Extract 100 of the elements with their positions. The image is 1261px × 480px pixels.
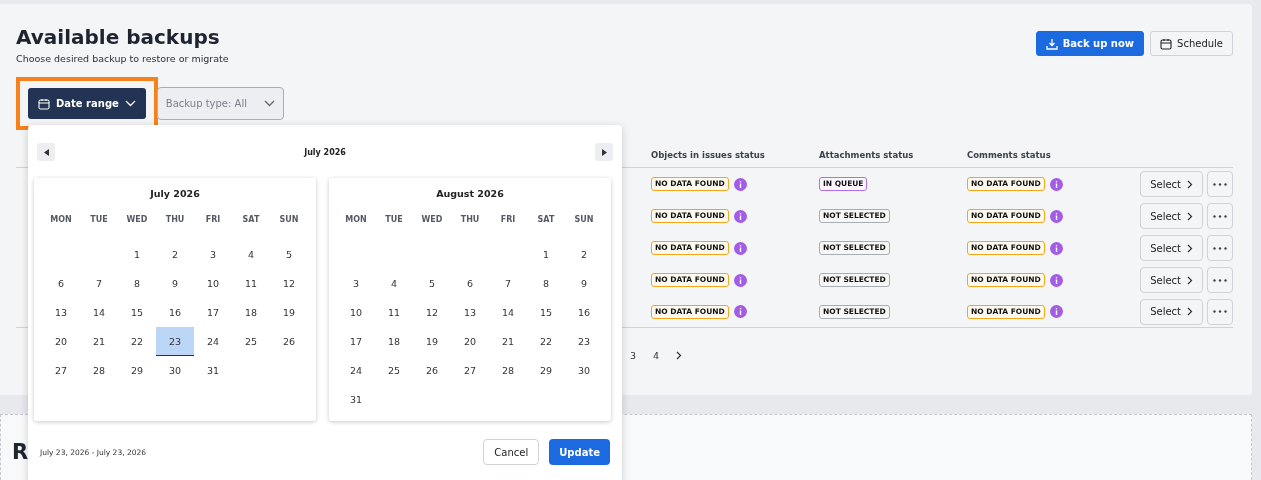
calendar-day[interactable]: 17 (194, 298, 232, 327)
calendar-day[interactable]: 23 (156, 327, 194, 356)
calendar-day[interactable]: 24 (194, 327, 232, 356)
calendar-day[interactable]: 13 (42, 298, 80, 327)
page-link[interactable]: 3 (630, 350, 637, 361)
calendar-day[interactable]: 12 (270, 269, 308, 298)
calendar-day[interactable]: 11 (375, 298, 413, 327)
calendar-day[interactable]: 12 (413, 298, 451, 327)
calendar-day[interactable]: 9 (156, 269, 194, 298)
next-page-icon (676, 351, 683, 360)
weekday-label: MON (49, 214, 73, 226)
calendar-day[interactable]: 5 (270, 240, 308, 269)
calendar-day[interactable]: 9 (565, 269, 603, 298)
calendar-day[interactable]: 19 (270, 298, 308, 327)
calendar-day[interactable]: 31 (337, 385, 375, 414)
calendar-day[interactable]: 6 (451, 269, 489, 298)
calendar-day[interactable]: 2 (565, 240, 603, 269)
calendar-day[interactable]: 22 (118, 327, 156, 356)
chevron-right-icon (1187, 179, 1193, 189)
calendar-day[interactable]: 16 (565, 298, 603, 327)
info-icon[interactable] (1049, 305, 1063, 318)
calendar-day[interactable]: 22 (527, 327, 565, 356)
more-icon (1213, 278, 1227, 282)
schedule-button[interactable]: Schedule (1150, 31, 1233, 56)
previous-month-button[interactable] (37, 143, 55, 161)
calendar-day[interactable]: 30 (565, 356, 603, 385)
calendar-day[interactable]: 29 (527, 356, 565, 385)
info-icon[interactable] (733, 209, 747, 223)
update-button[interactable]: Update (549, 439, 610, 465)
triangle-right-icon (601, 148, 607, 156)
calendar-day[interactable]: 5 (413, 269, 451, 298)
calendar-day[interactable]: 1 (118, 240, 156, 269)
calendar-day[interactable]: 7 (489, 269, 527, 298)
back-up-button[interactable]: Back up now (1035, 31, 1145, 56)
calendar-day[interactable]: 6 (42, 269, 80, 298)
calendar-day[interactable]: 30 (156, 356, 194, 385)
calendar-day[interactable]: 7 (80, 269, 118, 298)
calendar-day[interactable]: 14 (489, 298, 527, 327)
calendar-day[interactable]: 14 (80, 298, 118, 327)
calendar-day[interactable]: 31 (194, 356, 232, 385)
calendar-day[interactable]: 2 (156, 240, 194, 269)
info-icon[interactable] (1049, 273, 1063, 287)
more-button[interactable] (1207, 171, 1233, 197)
info-icon[interactable] (1049, 241, 1063, 255)
calendar-day[interactable]: 15 (527, 298, 565, 327)
more-button[interactable] (1207, 235, 1233, 261)
info-icon[interactable] (733, 305, 747, 318)
calendar-day[interactable]: 4 (232, 240, 270, 269)
calendar-day[interactable]: 10 (337, 298, 375, 327)
calendar-day[interactable]: 4 (375, 269, 413, 298)
calendar-day[interactable]: 8 (118, 269, 156, 298)
next-month-button[interactable] (595, 143, 613, 161)
cancel-button[interactable]: Cancel (483, 439, 540, 465)
calendar-day[interactable]: 13 (451, 298, 489, 327)
page-link[interactable]: 4 (653, 350, 660, 361)
select-button[interactable]: Select (1140, 203, 1203, 229)
calendar-day[interactable]: 19 (413, 327, 451, 356)
calendar-day[interactable]: 11 (232, 269, 270, 298)
calendar-day[interactable]: 20 (451, 327, 489, 356)
date-range-button[interactable]: Date range (28, 88, 146, 119)
calendar-day[interactable]: 24 (337, 356, 375, 385)
select-button[interactable]: Select (1140, 171, 1203, 197)
info-icon[interactable] (733, 241, 747, 255)
calendar-day[interactable]: 25 (375, 356, 413, 385)
more-button[interactable] (1207, 298, 1233, 325)
calendar-day[interactable]: 1 (527, 240, 565, 269)
calendar-day[interactable]: 21 (489, 327, 527, 356)
chevron-down-icon (263, 100, 275, 107)
calendar-day[interactable]: 28 (489, 356, 527, 385)
more-button[interactable] (1207, 203, 1233, 229)
info-icon[interactable] (733, 177, 747, 191)
calendar-day[interactable]: 23 (565, 327, 603, 356)
calendar-day[interactable]: 3 (194, 240, 232, 269)
calendar-day[interactable]: 27 (42, 356, 80, 385)
more-button[interactable] (1207, 267, 1233, 293)
info-icon[interactable] (1049, 209, 1063, 223)
page-title: Available backups (16, 24, 221, 51)
calendar-day[interactable]: 16 (156, 298, 194, 327)
calendar-day[interactable]: 15 (118, 298, 156, 327)
info-icon[interactable] (733, 273, 747, 287)
calendar-day[interactable]: 26 (413, 356, 451, 385)
calendar-day[interactable]: 20 (42, 327, 80, 356)
calendar-day[interactable]: 18 (232, 298, 270, 327)
info-icon[interactable] (1049, 177, 1063, 191)
backup-type-dropdown[interactable]: Backup type: All (156, 87, 284, 120)
calendar-day[interactable]: 10 (194, 269, 232, 298)
calendar-day[interactable]: 21 (80, 327, 118, 356)
calendar-day[interactable]: 27 (451, 356, 489, 385)
more-icon (1213, 182, 1227, 186)
calendar-day[interactable]: 8 (527, 269, 565, 298)
calendar-day[interactable]: 25 (232, 327, 270, 356)
calendar-day[interactable]: 18 (375, 327, 413, 356)
calendar-day[interactable]: 3 (337, 269, 375, 298)
calendar-day[interactable]: 28 (80, 356, 118, 385)
calendar-day[interactable]: 26 (270, 327, 308, 356)
calendar-day[interactable]: 17 (337, 327, 375, 356)
select-button[interactable]: Select (1140, 267, 1203, 293)
select-button[interactable]: Select (1140, 298, 1203, 325)
calendar-day[interactable]: 29 (118, 356, 156, 385)
select-button[interactable]: Select (1140, 235, 1203, 261)
